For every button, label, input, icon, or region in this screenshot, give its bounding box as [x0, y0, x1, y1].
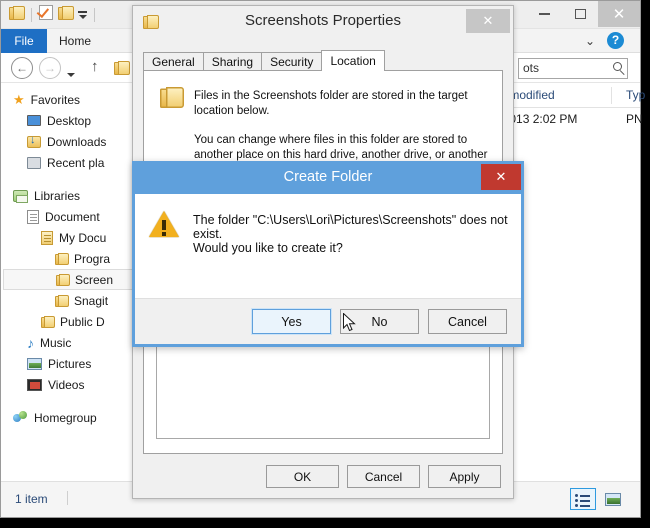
- item-count-label: 1 item: [15, 492, 48, 506]
- sidebar-item-label: Progra: [74, 251, 111, 266]
- sidebar-item-label: Favorites: [30, 92, 81, 107]
- cancel-button[interactable]: Cancel: [428, 309, 507, 334]
- thumbnails-view-button[interactable]: [600, 488, 626, 510]
- create-folder-dialog: Create Folder ✕ The folder "C:\Users\Lor…: [132, 161, 524, 347]
- apply-button[interactable]: Apply: [428, 465, 501, 488]
- sidebar-item-label: Downloads: [47, 134, 107, 149]
- recent-places-icon: [27, 156, 41, 169]
- mouse-cursor: [343, 313, 356, 332]
- create-folder-message-secondary: Would you like to create it?: [193, 241, 343, 255]
- window-controls: ✕: [526, 1, 640, 27]
- folder-icon[interactable]: [9, 6, 25, 24]
- sidebar-item-label: My Docu: [59, 230, 107, 245]
- tab-file[interactable]: File: [1, 29, 47, 53]
- properties-close-button[interactable]: ✕: [466, 9, 510, 33]
- sidebar-item-label: Libraries: [34, 188, 81, 203]
- maximize-button[interactable]: [562, 1, 598, 27]
- properties-page-check-icon[interactable]: [39, 5, 53, 25]
- quick-access-toolbar: [9, 5, 97, 25]
- homegroup-icon: [13, 411, 28, 424]
- breadcrumb-folder-icon[interactable]: [114, 61, 130, 79]
- help-button[interactable]: ?: [607, 32, 624, 49]
- minimize-button[interactable]: [526, 1, 562, 27]
- properties-button-row: OK Cancel Apply: [266, 465, 501, 488]
- create-folder-body: The folder "C:\Users\Lori\Pictures\Scree…: [135, 194, 521, 304]
- create-folder-title-bar: Create Folder ✕: [135, 164, 521, 194]
- sidebar-item-label: Public D: [60, 314, 105, 329]
- monitor-icon: [27, 115, 41, 126]
- downloads-folder-icon: [27, 134, 41, 148]
- chevron-down-icon[interactable]: [78, 11, 87, 19]
- folder-icon: [55, 253, 69, 265]
- libraries-icon: [13, 189, 28, 203]
- tab-general[interactable]: General: [143, 52, 204, 71]
- warning-triangle-icon: [149, 211, 179, 238]
- videos-icon: [27, 378, 42, 391]
- column-divider: [611, 87, 612, 104]
- sidebar-item-label: Music: [40, 335, 72, 350]
- sidebar-item-label: Recent pla: [47, 155, 105, 170]
- sidebar-item-label: Snagit: [74, 293, 109, 308]
- chevron-down-icon[interactable]: [67, 64, 75, 82]
- new-folder-icon[interactable]: [58, 6, 74, 24]
- create-folder-message-primary: The folder "C:\Users\Lori\Pictures\Scree…: [193, 213, 508, 241]
- cell-type: PN: [626, 112, 643, 126]
- search-input[interactable]: ots: [518, 58, 628, 79]
- tab-home[interactable]: Home: [47, 29, 103, 53]
- tab-security[interactable]: Security: [261, 52, 323, 71]
- yes-button[interactable]: Yes: [251, 308, 332, 335]
- properties-title-label: Screenshots Properties: [245, 12, 401, 29]
- documents-library-icon: [27, 209, 39, 224]
- sidebar-item-label: Document: [45, 209, 100, 224]
- folder-icon: [41, 316, 55, 328]
- folder-icon: [160, 87, 184, 114]
- cancel-button[interactable]: Cancel: [347, 465, 420, 488]
- my-documents-icon: [41, 230, 53, 245]
- details-view-icon: [575, 493, 591, 507]
- details-view-button[interactable]: [570, 488, 596, 510]
- close-button[interactable]: ✕: [598, 1, 640, 27]
- sidebar-item-label: Videos: [48, 377, 85, 392]
- search-icon[interactable]: [613, 62, 622, 71]
- sidebar-item-label: Desktop: [47, 113, 92, 128]
- tab-location[interactable]: Location: [321, 50, 385, 71]
- sidebar-item-label: Pictures: [48, 356, 92, 371]
- create-folder-button-row: Yes No Cancel: [251, 308, 507, 335]
- location-description-primary: Files in the Screenshots folder are stor…: [194, 90, 468, 117]
- sidebar-item-label: Screen: [75, 272, 114, 287]
- create-folder-footer: Yes No Cancel: [135, 298, 521, 344]
- location-description-secondary: You can change where files in this folde…: [194, 134, 488, 161]
- create-folder-close-button[interactable]: ✕: [481, 164, 521, 190]
- forward-button[interactable]: →: [39, 57, 61, 79]
- chevron-down-icon[interactable]: ⌄: [582, 33, 598, 49]
- thumbnails-view-icon: [605, 492, 621, 506]
- properties-tab-bar: General Sharing Security Location: [143, 50, 503, 71]
- properties-title-bar: Screenshots Properties ✕: [133, 6, 513, 40]
- music-icon: ♪: [27, 334, 34, 351]
- ok-button[interactable]: OK: [266, 465, 339, 488]
- sidebar-item-screenshots[interactable]: Screen: [3, 269, 153, 290]
- pictures-icon: [27, 357, 42, 370]
- folder-icon: [55, 295, 69, 307]
- close-icon: ✕: [612, 5, 626, 23]
- view-toggle-group: [570, 488, 626, 510]
- folder-icon: [56, 274, 70, 286]
- status-divider: [67, 491, 68, 505]
- star-icon: ★: [13, 92, 25, 107]
- up-button[interactable]: ↑: [91, 58, 99, 75]
- create-folder-title-label: Create Folder: [283, 169, 373, 185]
- toolbar-divider: [31, 8, 32, 22]
- column-header-type[interactable]: Typ: [626, 88, 645, 102]
- tab-sharing[interactable]: Sharing: [202, 52, 263, 71]
- toolbar-divider: [94, 8, 95, 22]
- sidebar-item-label: Homegroup: [34, 410, 97, 425]
- back-button[interactable]: ←: [11, 57, 33, 79]
